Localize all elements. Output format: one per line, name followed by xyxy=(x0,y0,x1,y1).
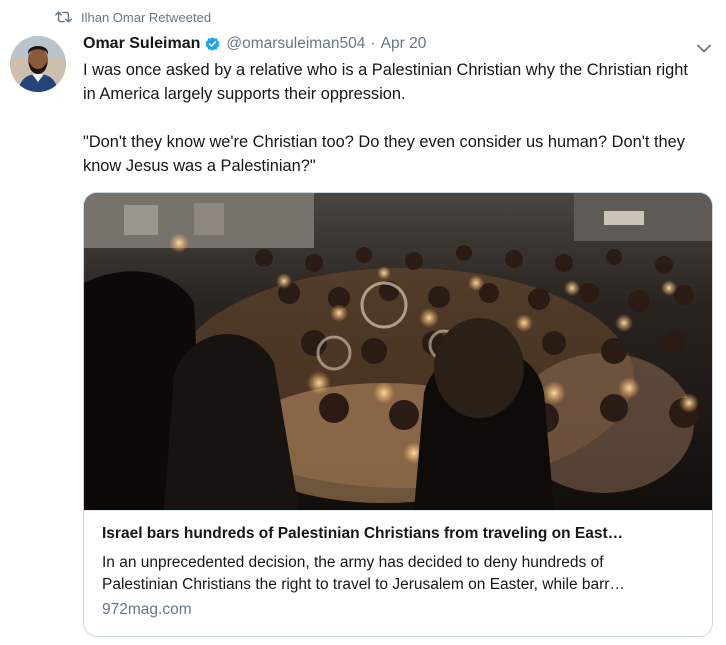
more-options-chevron-down-icon[interactable] xyxy=(694,40,714,56)
card-body: Israel bars hundreds of Palestinian Chri… xyxy=(84,510,712,636)
card-description: In an unprecedented decision, the army h… xyxy=(102,552,696,596)
tweet-date[interactable]: Apr 20 xyxy=(381,35,427,53)
card-description-line: In an unprecedented decision, the army h… xyxy=(102,554,604,571)
user-handle[interactable]: @omarsuleiman504 xyxy=(226,35,365,53)
tweet-header: Omar Suleiman @omarsuleiman504 · Apr 20 xyxy=(83,33,686,55)
card-title: Israel bars hundreds of Palestinian Chri… xyxy=(102,525,624,542)
verified-badge-icon xyxy=(204,36,221,53)
card-image xyxy=(84,193,712,510)
tweet-paragraph: "Don't they know we're Christian too? Do… xyxy=(83,133,685,175)
social-context[interactable]: Ilhan Omar Retweeted xyxy=(55,7,211,27)
card-description-line: Palestinian Christians the right to trav… xyxy=(102,576,625,593)
separator-dot: · xyxy=(370,35,376,52)
social-context-label: Ilhan Omar Retweeted xyxy=(81,9,212,25)
tweet-text: I was once asked by a relative who is a … xyxy=(83,58,703,178)
display-name[interactable]: Omar Suleiman xyxy=(83,35,200,53)
tweet-paragraph: I was once asked by a relative who is a … xyxy=(83,61,688,103)
retweet-icon xyxy=(55,10,72,24)
avatar[interactable] xyxy=(10,36,66,92)
card-domain: 972mag.com xyxy=(102,601,192,618)
link-preview-card[interactable]: Israel bars hundreds of Palestinian Chri… xyxy=(83,192,713,637)
